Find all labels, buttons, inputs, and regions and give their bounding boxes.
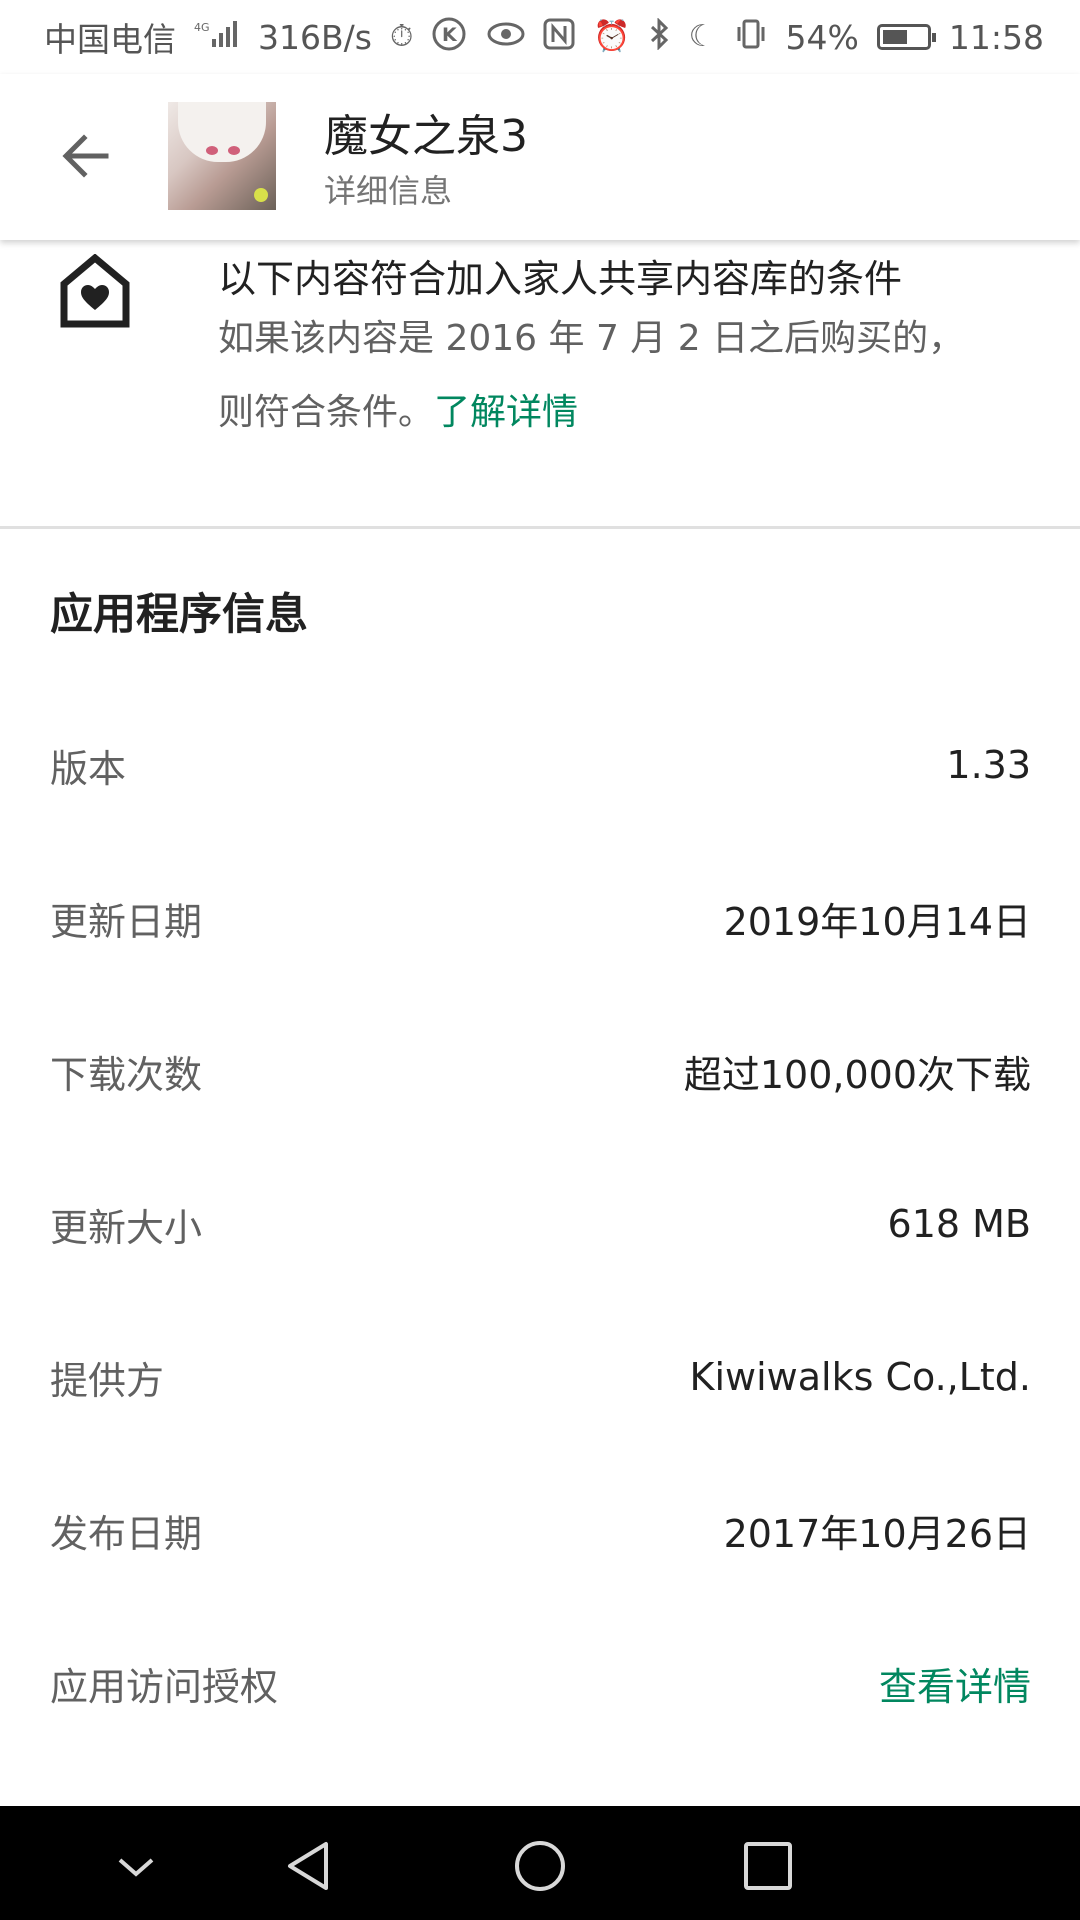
- info-value: 618 MB: [887, 1202, 1031, 1246]
- bluetooth-icon: [649, 17, 671, 56]
- info-label: 应用访问授权: [50, 1664, 279, 1709]
- family-description-text: 如果该内容是 2016 年 7 月 2 日之后购买的，则符合条件。: [218, 318, 965, 433]
- app-title: 魔女之泉3: [324, 111, 528, 162]
- back-triangle-icon[interactable]: [282, 1838, 338, 1894]
- moon-icon: ☾: [688, 19, 716, 54]
- svg-text:4G: 4G: [194, 21, 210, 34]
- navigation-bar: [0, 1806, 1080, 1920]
- carrier-label: 中国电信: [44, 20, 176, 59]
- info-value: 1.33: [946, 743, 1031, 787]
- network-speed: 316B/s: [258, 17, 372, 57]
- battery-icon: [876, 24, 936, 50]
- info-label: 下载次数: [50, 1052, 203, 1097]
- home-circle-icon[interactable]: [512, 1838, 568, 1894]
- info-label: 提供方: [50, 1358, 165, 1403]
- family-library-title: 以下内容符合加入家人共享内容库的条件: [218, 257, 903, 301]
- alarm-icon: ⏰: [593, 19, 631, 54]
- info-row-size: 更新大小 618 MB: [50, 1189, 1031, 1259]
- svg-text:K: K: [442, 24, 458, 46]
- app-subtitle: 详细信息: [324, 172, 453, 210]
- family-library-description: 如果该内容是 2016 年 7 月 2 日之后购买的，则符合条件。了解详情: [218, 302, 998, 450]
- info-row-provider: 提供方 Kiwiwalks Co.,Ltd.: [50, 1342, 1031, 1412]
- view-details-link[interactable]: 查看详情: [879, 1656, 1031, 1711]
- back-arrow-icon[interactable]: [54, 124, 118, 188]
- info-value: 2017年10月26日: [723, 1511, 1031, 1556]
- battery-percent: 54%: [785, 17, 859, 57]
- family-library-icon: [60, 253, 130, 328]
- info-label: 发布日期: [50, 1511, 203, 1556]
- info-row-version: 版本 1.33: [50, 730, 1031, 800]
- learn-more-link[interactable]: 了解详情: [434, 392, 578, 433]
- info-row-permissions: 应用访问授权 查看详情: [50, 1648, 1031, 1718]
- app-info-title: 应用程序信息: [50, 590, 308, 640]
- info-value: 超过100,000次下载: [683, 1052, 1031, 1097]
- signal-icon: 4G: [194, 19, 240, 55]
- timer-icon: ⏱: [389, 19, 414, 54]
- info-label: 更新大小: [50, 1205, 203, 1250]
- status-bar-right: ⏰ ☾ 54% 11:58: [487, 17, 1044, 57]
- info-label: 更新日期: [50, 899, 203, 944]
- info-label: 版本: [50, 746, 127, 791]
- vibrate-icon: [734, 18, 768, 56]
- app-thumbnail: [168, 102, 276, 210]
- section-divider: [0, 526, 1080, 529]
- eye-icon: [487, 20, 525, 54]
- k-app-icon: K: [431, 16, 467, 58]
- status-bar-left: 中国电信 4G 316B/s ⏱ K: [44, 13, 467, 61]
- info-row-released: 发布日期 2017年10月26日: [50, 1495, 1031, 1565]
- hide-nav-chevron-icon[interactable]: [108, 1838, 164, 1894]
- info-row-updated: 更新日期 2019年10月14日: [50, 883, 1031, 953]
- info-value: 2019年10月14日: [723, 899, 1031, 944]
- status-bar: 中国电信 4G 316B/s ⏱ K ⏰ ☾ 54% 11:58: [0, 0, 1080, 74]
- nfc-icon: [543, 18, 575, 56]
- info-row-downloads: 下载次数 超过100,000次下载: [50, 1036, 1031, 1106]
- clock: 11:58: [948, 17, 1044, 57]
- recents-square-icon[interactable]: [740, 1838, 796, 1894]
- app-bar: 魔女之泉3 详细信息: [0, 74, 1080, 240]
- info-value: Kiwiwalks Co.,Ltd.: [689, 1355, 1031, 1399]
